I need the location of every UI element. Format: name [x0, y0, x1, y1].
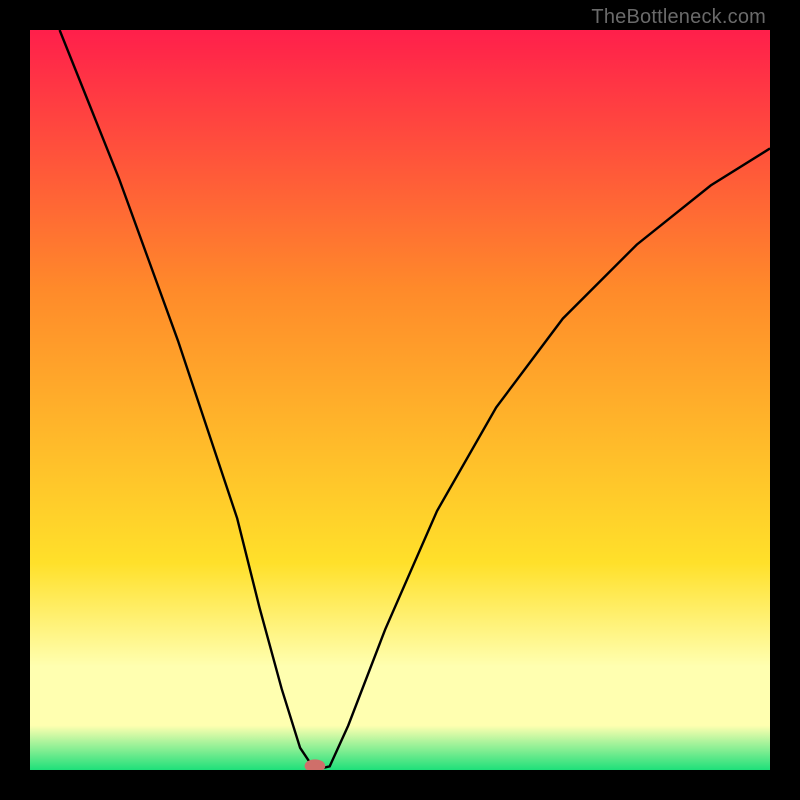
chart-frame — [30, 30, 770, 770]
bottleneck-chart — [30, 30, 770, 770]
watermark-text: TheBottleneck.com — [591, 6, 766, 29]
gradient-background — [30, 30, 770, 770]
